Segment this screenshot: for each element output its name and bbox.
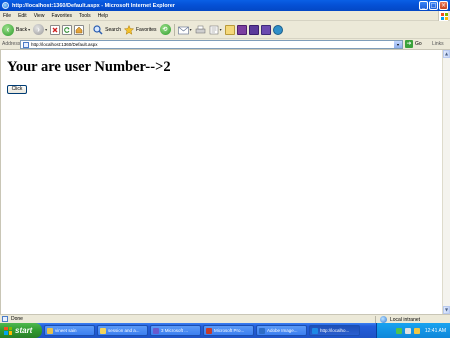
search-icon (93, 24, 103, 35)
ie-icon (2, 2, 9, 9)
taskbar-button[interactable]: vineet sain (44, 325, 95, 336)
onenote-icon[interactable] (236, 24, 247, 35)
mail-button[interactable]: ▾ (177, 25, 192, 35)
research-icon[interactable] (260, 24, 271, 35)
edit-dropdown-icon[interactable]: ▾ (220, 27, 222, 32)
app-icon (153, 327, 159, 334)
print-icon (195, 25, 205, 33)
clock: 12:41 AM (424, 327, 446, 334)
page-heading: Your are user Number-->2 (7, 59, 171, 75)
menu-file[interactable]: File (3, 13, 11, 19)
forward-button[interactable]: › ▾ (33, 24, 47, 35)
taskbar: start vineet sain session and a... 3 Micro… (0, 323, 450, 338)
status-divider (375, 316, 376, 323)
app-icon (100, 327, 106, 334)
taskbar-button[interactable]: Microsoft Pro... (203, 325, 254, 336)
links-button[interactable]: Links (432, 41, 444, 47)
taskbar-button[interactable]: 3 Microsoft ... (150, 325, 201, 336)
mail-dropdown-icon[interactable]: ▾ (190, 27, 192, 32)
app-icon (206, 327, 212, 334)
taskbar-button[interactable]: session and a... (97, 325, 148, 336)
page-content: Your are user Number-->2 Click (0, 50, 442, 314)
address-dropdown-icon[interactable]: ▾ (394, 41, 402, 48)
taskbar-button-label: session and a... (108, 328, 140, 333)
page-done-icon (2, 316, 8, 322)
scroll-down-icon[interactable]: ▼ (443, 306, 450, 314)
scroll-up-icon[interactable]: ▲ (443, 50, 450, 58)
back-button[interactable]: ‹ Back ▾ (2, 23, 30, 36)
print-button[interactable] (195, 25, 206, 35)
forward-dropdown-icon[interactable]: ▾ (45, 27, 47, 32)
back-dropdown-icon[interactable]: ▾ (28, 27, 30, 32)
window-titlebar[interactable]: http://localhost:1360/Default.aspx - Mic… (0, 0, 450, 11)
toolbar: ‹ Back ▾ › ▾ Search Favorites ⟲ ▾ ▾ (0, 21, 450, 39)
edit-button[interactable]: ▾ (209, 25, 222, 35)
go-arrow-icon: ➜ (405, 40, 413, 48)
refresh-icon[interactable] (62, 24, 73, 35)
app-icon (312, 327, 318, 334)
system-tray: 12:41 AM (376, 323, 450, 338)
toolbar-separator (89, 23, 91, 36)
start-button[interactable]: start (0, 323, 42, 338)
stop-icon[interactable] (50, 24, 61, 35)
page-icon (23, 41, 29, 48)
taskbar-buttons: vineet sain session and a... 3 Microsoft .… (42, 325, 360, 336)
app-icon (47, 327, 53, 334)
window-controls: _ □ × (419, 1, 448, 10)
status-text: Done (11, 316, 23, 322)
windows-logo-icon (438, 11, 448, 21)
app-icon (259, 327, 265, 334)
start-label: start (15, 326, 33, 335)
edit-icon (209, 25, 218, 34)
messenger-people-icon[interactable] (272, 24, 283, 35)
go-label: Go (415, 41, 422, 47)
close-button[interactable]: × (439, 1, 448, 10)
taskbar-button-label: http://localho... (320, 328, 350, 333)
star-icon (124, 24, 134, 35)
security-zone[interactable]: Local intranet (380, 316, 420, 323)
status-bar: Done Local intranet (0, 314, 450, 323)
security-icon[interactable] (413, 327, 420, 334)
taskbar-button-label: Microsoft Pro... (214, 328, 245, 333)
menu-favorites[interactable]: Favorites (51, 13, 72, 19)
taskbar-button-label: vineet sain (55, 328, 77, 333)
volume-icon[interactable] (404, 327, 411, 334)
messenger-icon[interactable] (248, 24, 259, 35)
forward-arrow-icon: › (33, 24, 45, 35)
address-bar: Address http://localhost:1360/Default.as… (0, 39, 450, 50)
back-label: Back (16, 26, 28, 33)
maximize-button[interactable]: □ (429, 1, 438, 10)
go-button[interactable]: ➜ Go (405, 40, 422, 48)
favorites-button[interactable]: Favorites (124, 24, 157, 35)
mail-icon (177, 26, 189, 34)
search-button[interactable]: Search (93, 24, 121, 35)
home-icon[interactable] (74, 24, 85, 35)
folder-icon[interactable] (224, 24, 235, 35)
menu-help[interactable]: Help (98, 13, 108, 19)
history-icon[interactable]: ⟲ (159, 24, 171, 35)
windows-flag-icon (4, 326, 12, 335)
vertical-scrollbar[interactable]: ▲ ▼ (442, 50, 450, 314)
address-url[interactable]: http://localhost:1360/Default.aspx (31, 42, 98, 47)
toolbar-separator (173, 23, 175, 36)
menu-tools[interactable]: Tools (79, 13, 91, 19)
taskbar-button-label: 3 Microsoft ... (161, 328, 189, 333)
network-icon[interactable] (395, 327, 402, 334)
search-label: Search (105, 26, 121, 33)
address-label: Address (2, 41, 21, 47)
menu-edit[interactable]: Edit (18, 13, 27, 19)
address-input[interactable]: http://localhost:1360/Default.aspx ▾ (20, 40, 403, 49)
zone-label: Local intranet (390, 316, 421, 323)
intranet-icon (380, 316, 387, 323)
click-button[interactable]: Click (7, 85, 27, 94)
menu-view[interactable]: View (34, 13, 45, 19)
minimize-button[interactable]: _ (419, 1, 428, 10)
taskbar-button-label: Adobe Image... (267, 328, 298, 333)
back-arrow-icon: ‹ (2, 23, 14, 36)
taskbar-button[interactable]: http://localho... (309, 325, 360, 336)
window-title: http://localhost:1360/Default.aspx - Mic… (12, 2, 175, 9)
favorites-label: Favorites (136, 26, 157, 33)
menu-bar: File Edit View Favorites Tools Help (0, 11, 450, 21)
taskbar-button[interactable]: Adobe Image... (256, 325, 307, 336)
